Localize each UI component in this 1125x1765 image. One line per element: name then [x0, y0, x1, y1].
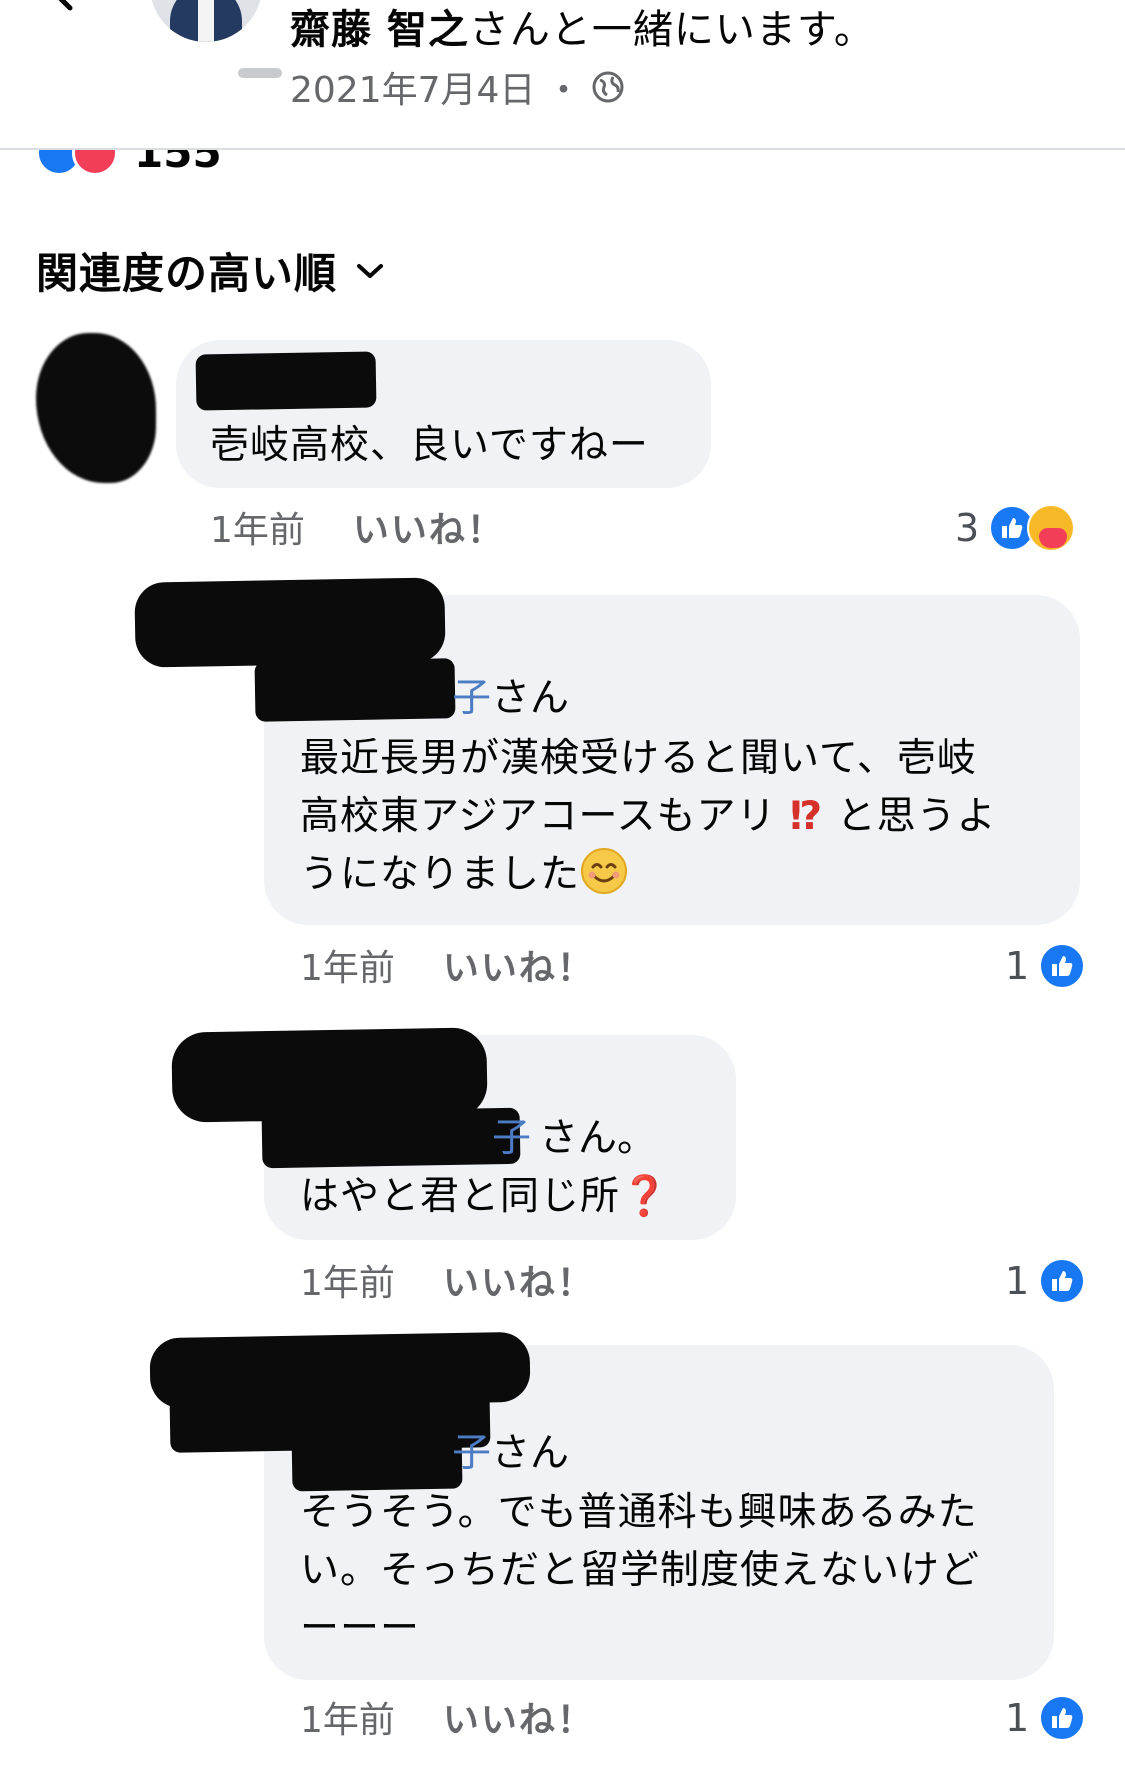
redacted-commenter-name [195, 351, 377, 411]
comment-reactions[interactable]: 1 [1005, 940, 1086, 992]
globe-icon [592, 71, 624, 103]
thumbs-up-icon [1002, 518, 1023, 538]
post-meta: 2021年7月4日 ・ [238, 62, 625, 112]
comment-reaction-count: 1 [1005, 944, 1030, 988]
comment-meta: 1年前 いいね！ [300, 1692, 595, 1742]
sort-label: 関連度の高い順 [36, 249, 338, 298]
like-icon [1039, 943, 1086, 989]
redacted-avatar [36, 333, 156, 483]
chevron-down-icon [357, 263, 384, 278]
exclamation-question-emoji: ⁉ [789, 794, 824, 839]
comment-reaction-count: 3 [955, 506, 980, 550]
red-question-mark-emoji: ❓ [620, 1174, 670, 1219]
redacted-mention [261, 1107, 521, 1169]
comment-reactions[interactable]: 1 [1005, 1692, 1086, 1744]
comment-text: 最近長男が漢検受けると聞いて、壱岐 高校東アジアコースもアリ ⁉ と思うよ うに… [300, 736, 997, 897]
redacted-mention [254, 658, 456, 722]
comment-time[interactable]: 1年前 [300, 1691, 395, 1743]
comment-text: はやと君と同じ所❓ [300, 1174, 670, 1219]
mention[interactable]: 子さん [452, 1425, 569, 1483]
post-date[interactable]: 2021年7月4日 [290, 61, 535, 113]
author-avatar[interactable] [150, 0, 262, 42]
like-icon [1039, 1258, 1086, 1304]
comment-reactions[interactable]: 1 [1005, 1255, 1086, 1307]
thumbs-up-icon [1052, 1271, 1073, 1291]
reaction-count: 155 [134, 150, 222, 177]
smiling-face-emoji-icon [581, 848, 628, 894]
mention[interactable]: 子さん。 [492, 1110, 656, 1168]
comment-reaction-count: 1 [1005, 1696, 1030, 1740]
avatar-shirt [198, 0, 214, 42]
thumbs-up-icon [1052, 1708, 1073, 1728]
comment-sort-dropdown[interactable]: 関連度の高い順 [36, 240, 385, 301]
redacted-mention [291, 1428, 463, 1492]
like-button[interactable]: いいね！ [353, 501, 505, 553]
comment-time[interactable]: 1年前 [300, 1254, 395, 1306]
comment-meta: 1年前 いいね！ [300, 940, 595, 990]
redacted-commenter-name [134, 577, 446, 668]
like-button[interactable]: いいね！ [443, 939, 595, 991]
thumbs-up-icon [1052, 956, 1073, 976]
care-icon [1027, 504, 1076, 552]
timestamp-marker [238, 68, 282, 78]
tagged-with-line: 齋藤 智之さんと一緒にいます。 [290, 4, 875, 56]
post-header: 齋藤 智之さんと一緒にいます。 2021年7月4日 ・ [0, 0, 1125, 150]
comment-text: そうそう。でも普通科も興味あるみた い。そっちだと留学制度使えないけど ーーー [300, 1490, 981, 1651]
back-arrow-icon[interactable] [52, 0, 92, 14]
like-button[interactable]: いいね！ [443, 1691, 595, 1743]
like-button[interactable]: いいね！ [443, 1254, 595, 1306]
like-icon [1039, 1695, 1086, 1741]
comment-time[interactable]: 1年前 [210, 501, 305, 553]
tagged-suffix: さんと一緒にいます。 [468, 7, 875, 53]
comment-meta: 1年前 いいね！ [300, 1255, 595, 1305]
comment-reaction-count: 1 [1005, 1259, 1030, 1303]
meta-separator: ・ [545, 70, 582, 111]
comment-text: 壱岐高校、良いですねー [210, 423, 649, 468]
love-icon [72, 150, 118, 176]
tagged-name-link[interactable]: 齋藤 智之 [290, 7, 469, 53]
comment-meta: 1年前 いいね！ [210, 502, 505, 552]
mention[interactable]: 子さん [452, 670, 569, 728]
comment-reactions[interactable]: 3 [955, 502, 1076, 554]
comment-time[interactable]: 1年前 [300, 939, 395, 991]
post-reactions[interactable]: 155 [36, 150, 336, 180]
